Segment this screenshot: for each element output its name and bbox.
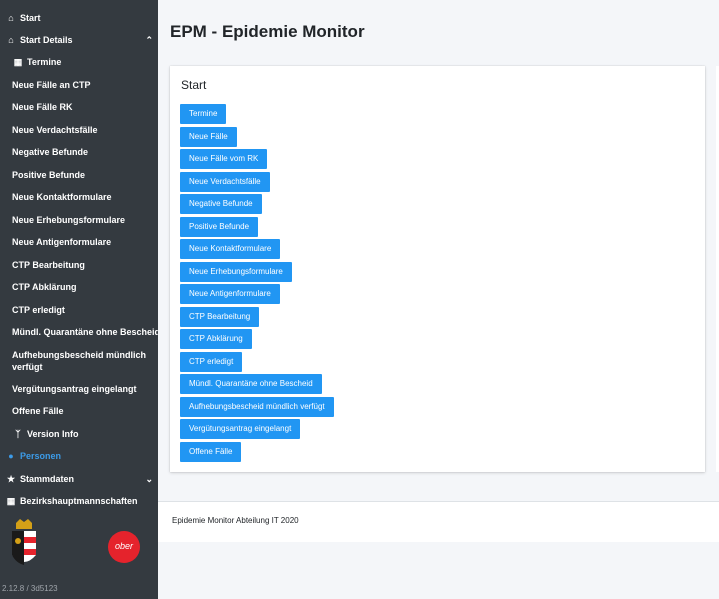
sidebar-item-start[interactable]: ⌂ Start <box>5 13 163 24</box>
sidebar-item-neue-antigenformulare[interactable]: Neue Antigenformulare <box>12 237 170 248</box>
start-card: Start Termine Neue Fälle Neue Fälle vom RK… <box>170 66 705 472</box>
start-button[interactable]: Neue Verdachtsfälle <box>180 171 270 192</box>
sidebar-item-personen[interactable]: ● Personen <box>5 451 163 462</box>
start-button[interactable]: Offene Fälle <box>180 441 242 462</box>
star-icon: ★ <box>6 474 16 484</box>
start-button[interactable]: Mündl. Quarantäne ohne Bescheid <box>180 374 322 394</box>
sidebar-item-label: Start Details <box>20 35 73 45</box>
sidebar-item-neue-erhebungsformulare[interactable]: Neue Erhebungsformulare <box>12 215 170 226</box>
sidebar-item-bezirkshauptmannschaften[interactable]: ▦ Bezirkshauptmannschaften <box>5 496 163 507</box>
calendar-icon: ▦ <box>13 57 23 67</box>
card-title: Start <box>181 78 207 92</box>
sidebar-item-label: Positive Befunde <box>12 170 86 180</box>
sidebar-item-label: Neue Erhebungsformulare <box>12 215 126 225</box>
start-button[interactable]: CTP erledigt <box>180 351 243 372</box>
sidebar-item-label: Start <box>20 13 41 23</box>
sidebar-item-label: Personen <box>20 451 62 461</box>
chevron-down-icon: ⌄ <box>145 474 153 484</box>
sidebar-item-neue-kontaktformulare[interactable]: Neue Kontaktformulare <box>12 192 170 203</box>
sidebar-item-neue-faelle-ctp[interactable]: Neue Fälle an CTP <box>12 80 170 91</box>
start-button[interactable]: CTP Abklärung <box>180 329 252 349</box>
sidebar-item-ctp-abklaerung[interactable]: CTP Abklärung <box>12 282 170 293</box>
start-button[interactable]: Positive Befunde <box>180 216 259 237</box>
sidebar-item-label: Aufhebungsbescheid mündlich verfügt <box>12 350 147 372</box>
sidebar-item-label: Termine <box>27 57 62 67</box>
sidebar-item-label: Offene Fälle <box>12 406 64 416</box>
sidebar-item-aufhebungsbescheid[interactable]: Aufhebungsbescheid mündlich verfügt <box>12 349 152 373</box>
sidebar-item-label: Vergütungsantrag eingelangt <box>12 384 137 394</box>
start-button[interactable]: Aufhebungsbescheid mündlich verfügt <box>180 396 334 417</box>
sidebar-item-neue-verdachtsfaelle[interactable]: Neue Verdachtsfälle <box>12 125 170 136</box>
sidebar-item-label: Bezirkshauptmannschaften <box>20 496 138 506</box>
sidebar-item-offene-faelle[interactable]: Offene Fälle <box>12 406 170 417</box>
sidebar-item-label: CTP erledigt <box>12 305 65 315</box>
branch-icon: ᛉ <box>15 429 21 439</box>
start-button[interactable]: Negative Befunde <box>180 194 262 214</box>
sidebar-item-termine[interactable]: ▦ Termine <box>12 57 170 68</box>
sidebar-item-label: Neue Fälle RK <box>12 102 73 112</box>
sidebar-item-stammdaten[interactable]: ★ Stammdaten ⌄ <box>5 474 163 485</box>
sidebar: ⌂ Start ⌂ Start Details ⌃ ▦ Termine Neue Fä… <box>0 0 160 599</box>
sidebar-item-ctp-erledigt[interactable]: CTP erledigt <box>12 305 170 316</box>
sidebar-item-label: CTP Abklärung <box>12 282 77 292</box>
sidebar-item-muendl-quarantaene[interactable]: Mündl. Quarantäne ohne Bescheid <box>12 327 170 338</box>
start-button[interactable]: Neue Fälle vom RK <box>180 149 268 169</box>
start-button[interactable]: CTP Bearbeitung <box>180 306 260 327</box>
users-icon: ● <box>8 451 14 461</box>
sidebar-item-label: Stammdaten <box>20 474 75 484</box>
start-button[interactable]: Neue Fälle <box>180 126 237 147</box>
sidebar-item-label: Version Info <box>27 429 79 439</box>
page-title: EPM - Epidemie Monitor <box>170 22 365 41</box>
home-icon: ⌂ <box>8 35 14 45</box>
main-content: EPM - Epidemie Monitor Start Termine Neue… <box>158 0 719 599</box>
sidebar-item-neue-faelle-rk[interactable]: Neue Fälle RK <box>12 102 170 113</box>
sidebar-item-start-details[interactable]: ⌂ Start Details ⌃ <box>5 35 163 46</box>
chevron-up-icon: ⌃ <box>145 35 153 45</box>
home-icon: ⌂ <box>8 13 14 23</box>
start-button[interactable]: Neue Kontaktformulare <box>180 239 281 259</box>
sidebar-item-label: Neue Fälle an CTP <box>12 80 91 90</box>
logo-text: ober <box>114 541 133 551</box>
version-label: 2.12.8 / 3d5123 <box>2 584 58 593</box>
sidebar-item-positive-befunde[interactable]: Positive Befunde <box>12 170 170 181</box>
start-button[interactable]: Neue Antigenformulare <box>180 284 280 304</box>
footer-text: Epidemie Monitor Abteilung IT 2020 <box>172 516 299 525</box>
sidebar-item-negative-befunde[interactable]: Negative Befunde <box>12 147 170 158</box>
ober-logo: ober <box>108 531 140 563</box>
sidebar-item-label: Mündl. Quarantäne ohne Bescheid <box>12 327 161 337</box>
building-icon: ▦ <box>6 496 16 506</box>
sidebar-item-label: Neue Antigenformulare <box>12 237 112 247</box>
sidebar-item-version-info[interactable]: ᛉ Version Info <box>12 429 170 440</box>
sidebar-item-label: Neue Kontaktformulare <box>12 192 112 202</box>
sidebar-item-label: Neue Verdachtsfälle <box>12 125 98 135</box>
sidebar-item-ctp-bearbeitung[interactable]: CTP Bearbeitung <box>12 260 170 271</box>
start-button[interactable]: Vergütungsantrag eingelangt <box>180 419 301 439</box>
sidebar-item-label: CTP Bearbeitung <box>12 260 85 270</box>
start-button[interactable]: Neue Erhebungsformulare <box>180 261 292 282</box>
sidebar-item-verguetungsantrag[interactable]: Vergütungsantrag eingelangt <box>12 384 170 395</box>
start-button[interactable]: Termine <box>180 104 227 124</box>
coat-of-arms-logo <box>12 519 36 565</box>
sidebar-item-label: Negative Befunde <box>12 147 89 157</box>
footer: Epidemie Monitor Abteilung IT 2020 <box>158 501 719 542</box>
